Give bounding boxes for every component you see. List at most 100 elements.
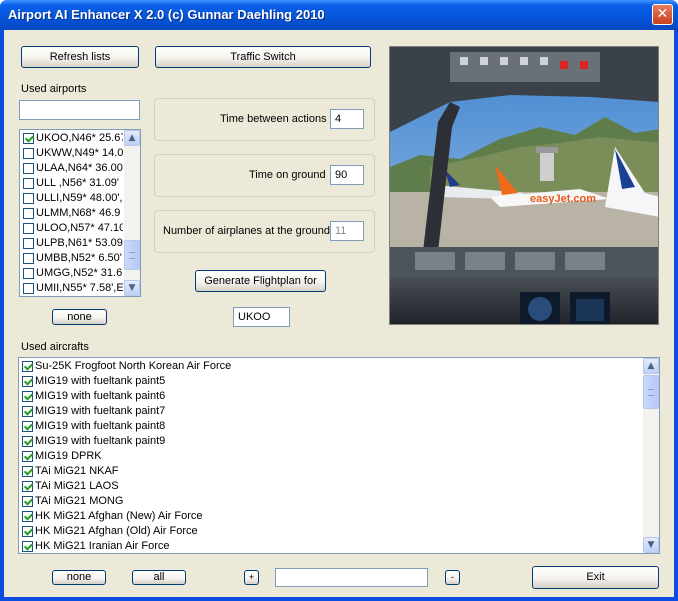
scroll-down-arrow-icon[interactable]: ▼ [643, 537, 659, 553]
aircraft-label: TAi MiG21 NKAF [35, 465, 119, 477]
airport-row[interactable]: UKWW,N49* 14.0 [20, 146, 123, 161]
aircraft-row[interactable]: HK MiG21 Afghan (Old) Air Force [19, 524, 639, 539]
airport-checkbox[interactable] [23, 238, 34, 249]
airport-checkbox[interactable] [23, 148, 34, 159]
airport-row[interactable]: ULL ,N56* 31.09' [20, 176, 123, 191]
aircraft-row[interactable]: MIG19 with fueltank paint8 [19, 419, 639, 434]
aircraft-list[interactable]: Su-25K Frogfoot North Korean Air Force MI… [18, 357, 660, 554]
airport-checkbox[interactable] [23, 253, 34, 264]
time-between-actions-input[interactable]: 4 [330, 109, 364, 129]
airport-search-input[interactable] [19, 100, 140, 120]
airports-scrollbar[interactable]: ▲ ▼ [124, 130, 140, 296]
flightplan-airport-input[interactable]: UKOO [233, 307, 290, 327]
aircraft-row[interactable]: TAi MiG21 NKAF [19, 464, 639, 479]
exit-button[interactable]: Exit [532, 566, 659, 589]
airport-row[interactable]: ULAA,N64* 36.00 [20, 161, 123, 176]
airport-label: ULOO,N57* 47.10 [36, 222, 123, 234]
aircraft-row[interactable]: MIG19 with fueltank paint9 [19, 434, 639, 449]
airplanes-at-ground-input: 11 [330, 221, 364, 241]
aircraft-checkbox[interactable] [22, 496, 33, 507]
aircraft-checkbox[interactable] [22, 541, 33, 552]
airport-row[interactable]: UKOO,N46* 25.67 [20, 131, 123, 146]
window-title: Airport AI Enhancer X 2.0 (c) Gunnar Dae… [8, 7, 325, 22]
aircraft-none-button[interactable]: none [52, 570, 106, 585]
airport-checkbox[interactable] [23, 178, 34, 189]
aircraft-row[interactable]: Su-25K Frogfoot North Korean Air Force [19, 359, 639, 374]
aircraft-checkbox[interactable] [22, 421, 33, 432]
scroll-up-arrow-icon[interactable]: ▲ [643, 358, 659, 374]
aircraft-checkbox[interactable] [22, 361, 33, 372]
airport-label: ULMM,N68* 46.9 [36, 207, 121, 219]
time-on-ground-input[interactable]: 90 [330, 165, 364, 185]
airport-checkbox[interactable] [23, 223, 34, 234]
aircraft-scrollbar[interactable]: ▲ ▼ [643, 358, 659, 553]
airport-row[interactable]: ULMM,N68* 46.9 [20, 206, 123, 221]
airport-label: UKWW,N49* 14.0 [36, 147, 123, 159]
traffic-switch-button[interactable]: Traffic Switch [155, 46, 371, 68]
aircraft-row[interactable]: MIG19 with fueltank paint5 [19, 374, 639, 389]
aircraft-row[interactable]: HK MiG21 Iranian Air Force [19, 539, 639, 553]
cockpit-photo: easyJet.com [389, 46, 659, 325]
close-icon: ✕ [656, 6, 669, 22]
aircraft-label: MIG19 DPRK [35, 450, 102, 462]
airport-checkbox[interactable] [23, 193, 34, 204]
aircraft-row[interactable]: TAi MiG21 LAOS [19, 479, 639, 494]
airport-row[interactable]: UMGG,N52* 31.6 [20, 266, 123, 281]
refresh-lists-button[interactable]: Refresh lists [21, 46, 139, 68]
aircraft-checkbox[interactable] [22, 526, 33, 537]
aircraft-checkbox[interactable] [22, 436, 33, 447]
airport-row[interactable]: UMBB,N52* 6.50' [20, 251, 123, 266]
airport-row[interactable]: ULOO,N57* 47.10 [20, 221, 123, 236]
aircraft-checkbox[interactable] [22, 391, 33, 402]
used-airports-label: Used airports [21, 83, 87, 95]
aircraft-label: MIG19 with fueltank paint5 [35, 375, 166, 387]
aircraft-row[interactable]: MIG19 DPRK [19, 449, 639, 464]
aircraft-row[interactable]: MIG19 with fueltank paint6 [19, 389, 639, 404]
remove-aircraft-button[interactable]: - [445, 570, 460, 585]
airport-checkbox[interactable] [23, 208, 34, 219]
aircraft-name-input[interactable] [275, 568, 428, 587]
airport-label: UMGG,N52* 31.6 [36, 267, 123, 279]
airplanes-at-ground-label: Number of airplanes at the ground [163, 225, 330, 237]
aircraft-label: HK MiG21 Afghan (Old) Air Force [35, 525, 198, 537]
airport-label: ULLI,N59* 48.00', [36, 192, 123, 204]
aircraft-all-button[interactable]: all [132, 570, 186, 585]
airport-label: UMBB,N52* 6.50' [36, 252, 122, 264]
aircraft-checkbox[interactable] [22, 406, 33, 417]
aircraft-label: Su-25K Frogfoot North Korean Air Force [35, 360, 232, 372]
add-aircraft-button[interactable]: + [244, 570, 259, 585]
aircraft-label: HK MiG21 Afghan (New) Air Force [35, 510, 203, 522]
airport-checkbox[interactable] [23, 133, 34, 144]
aircraft-label: MIG19 with fueltank paint8 [35, 420, 166, 432]
generate-flightplan-button[interactable]: Generate Flightplan for [195, 270, 326, 292]
scroll-up-arrow-icon[interactable]: ▲ [124, 130, 140, 146]
aircraft-label: HK MiG21 Iranian Air Force [35, 540, 170, 552]
scroll-thumb[interactable] [124, 240, 140, 270]
airports-list[interactable]: UKOO,N46* 25.67 UKWW,N49* 14.0 ULAA,N64* 3… [19, 129, 141, 297]
airport-checkbox[interactable] [23, 283, 34, 294]
airport-label: UKOO,N46* 25.67 [36, 132, 123, 144]
title-bar[interactable]: Airport AI Enhancer X 2.0 (c) Gunnar Dae… [0, 0, 678, 30]
aircraft-row[interactable]: TAi MiG21 MONG [19, 494, 639, 509]
airports-list-rows: UKOO,N46* 25.67 UKWW,N49* 14.0 ULAA,N64* 3… [20, 131, 123, 296]
aircraft-row[interactable]: MIG19 with fueltank paint7 [19, 404, 639, 419]
airport-checkbox[interactable] [23, 268, 34, 279]
airport-row[interactable]: ULLI,N59* 48.00', [20, 191, 123, 206]
aircraft-list-rows: Su-25K Frogfoot North Korean Air Force MI… [19, 359, 639, 553]
used-aircrafts-label: Used aircrafts [21, 341, 89, 353]
airport-row[interactable]: UMII,N55* 7.58',E [20, 281, 123, 296]
airport-row[interactable]: ULPB,N61* 53.09 [20, 236, 123, 251]
aircraft-checkbox[interactable] [22, 511, 33, 522]
aircraft-checkbox[interactable] [22, 466, 33, 477]
app-window: Airport AI Enhancer X 2.0 (c) Gunnar Dae… [0, 0, 678, 601]
aircraft-checkbox[interactable] [22, 481, 33, 492]
aircraft-checkbox[interactable] [22, 451, 33, 462]
aircraft-checkbox[interactable] [22, 376, 33, 387]
airports-none-button[interactable]: none [52, 309, 107, 325]
scroll-thumb[interactable] [643, 375, 659, 409]
client-area: Refresh lists Traffic Switch Used airpor… [4, 30, 674, 597]
airport-checkbox[interactable] [23, 163, 34, 174]
close-button[interactable]: ✕ [652, 4, 673, 25]
aircraft-row[interactable]: HK MiG21 Afghan (New) Air Force [19, 509, 639, 524]
scroll-down-arrow-icon[interactable]: ▼ [124, 280, 140, 296]
